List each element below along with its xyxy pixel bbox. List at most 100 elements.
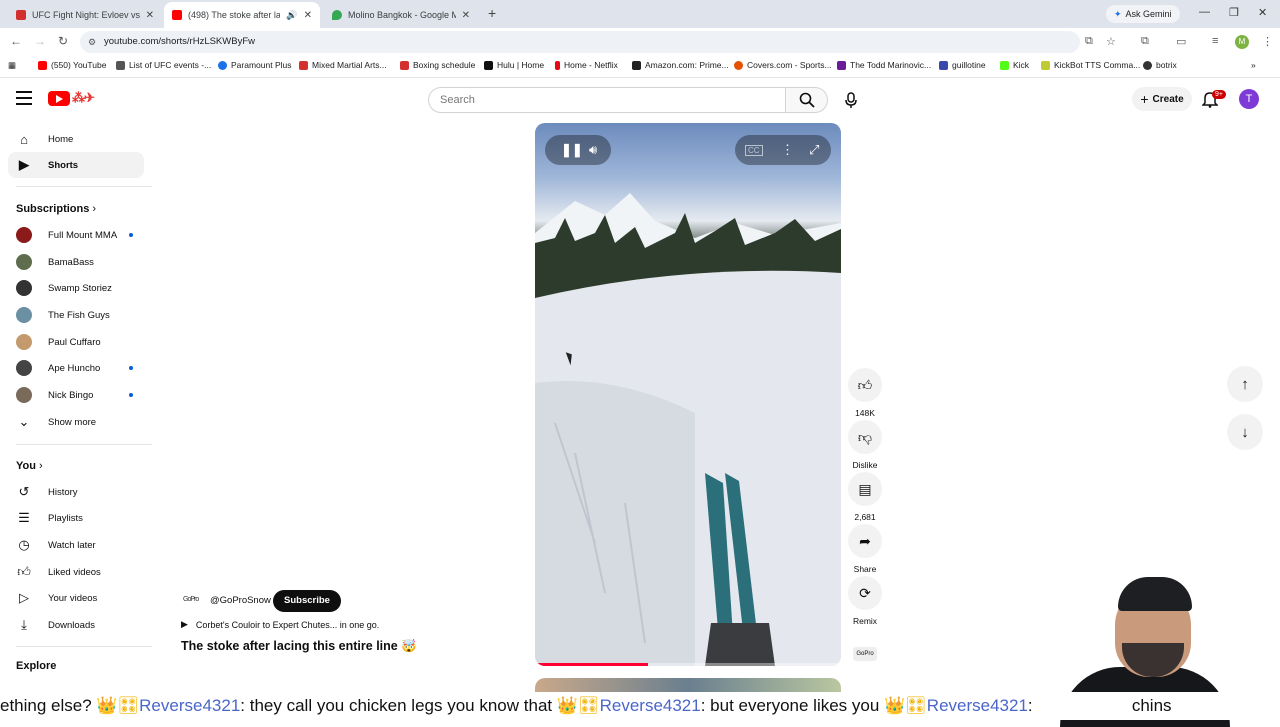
microphone-icon: [845, 92, 857, 108]
show-more-button[interactable]: ⌄ Show more: [8, 409, 144, 435]
sidebar-item-label: Paul Cuffaro: [48, 336, 101, 348]
pause-icon[interactable]: ❚❚: [561, 142, 583, 158]
speaker-icon[interactable]: 🔊: [286, 10, 297, 21]
bookmark-hulu[interactable]: Hulu | Home: [484, 60, 544, 70]
audio-source-thumbnail[interactable]: GoPro: [853, 647, 877, 661]
close-window-icon[interactable]: ✕: [1258, 6, 1267, 19]
sidebar-item-label: Ape Huncho: [48, 362, 101, 374]
bookmark-mma[interactable]: Mixed Martial Arts...: [299, 60, 387, 70]
search-input[interactable]: Search: [428, 87, 786, 113]
ticker-text: : but everyone likes you: [700, 696, 885, 715]
browser-tab-bar: UFC Fight Night: Evloev vs. Mur ✕ (498) …: [0, 0, 1280, 28]
bookmark-label: List of UFC events -...: [129, 60, 212, 70]
bookmark-star-icon[interactable]: ☆: [1106, 35, 1116, 48]
bookmark-todd-marinovic[interactable]: The Todd Marinovic...: [837, 60, 931, 70]
reload-icon[interactable]: ↻: [58, 34, 68, 48]
sidebar-item-paul-cuffaro[interactable]: Paul Cuffaro: [8, 329, 144, 355]
ask-gemini-button[interactable]: ✦ Ask Gemini: [1106, 5, 1180, 23]
new-tab-icon[interactable]: +: [488, 5, 496, 21]
subscribe-button[interactable]: Subscribe: [273, 590, 341, 612]
dislike-button[interactable]: 👎︎ Dislike: [848, 420, 882, 470]
more-bookmarks-icon[interactable]: »: [1251, 60, 1256, 70]
sidebar-item-swamp-storiez[interactable]: Swamp Storiez: [8, 275, 144, 301]
close-icon[interactable]: ✕: [146, 10, 154, 21]
ticker-text: :: [1027, 696, 1038, 715]
back-icon[interactable]: ←: [10, 34, 22, 48]
sidebar-item-your-videos[interactable]: ▷ Your videos: [8, 585, 144, 611]
comment-icon: ▤: [848, 472, 882, 506]
remix-icon: ⟳: [848, 576, 882, 610]
tab-google-maps[interactable]: Molino Bangkok - Google Maps ✕: [324, 2, 478, 28]
channel-logo-icon[interactable]: GoPro: [183, 596, 203, 604]
bookmark-boxing[interactable]: Boxing schedule: [400, 60, 475, 70]
short-video-player[interactable]: ❚❚ 🔊︎ CC ⋮ ⤢: [535, 123, 841, 666]
sidebar-item-bamabass[interactable]: BamaBass: [8, 249, 144, 275]
subscriptions-heading[interactable]: Subscriptions ›: [16, 203, 96, 215]
fullscreen-icon[interactable]: ⤢: [809, 142, 819, 158]
related-video-link[interactable]: ▶ Corbet's Couloir to Expert Chutes... i…: [181, 619, 379, 630]
sidebar-item-full-mount-mma[interactable]: Full Mount MMA: [8, 222, 144, 248]
you-heading[interactable]: You ›: [16, 460, 43, 472]
close-icon[interactable]: ✕: [462, 10, 470, 21]
ticker-text: chins: [1037, 696, 1172, 715]
search-button[interactable]: [786, 87, 828, 113]
channel-handle[interactable]: @GoProSnow: [210, 595, 271, 606]
browser-profile-avatar[interactable]: M: [1235, 35, 1249, 49]
bookmark-covers[interactable]: Covers.com - Sports...: [734, 60, 832, 70]
download-icon: ⤓: [21, 617, 27, 632]
extensions-icon[interactable]: ⧉: [1141, 35, 1149, 48]
url-field[interactable]: ⚙ youtube.com/shorts/rHzLSKWByFw: [80, 31, 1080, 53]
next-short-button[interactable]: ↓: [1227, 414, 1263, 450]
tab-ufc[interactable]: UFC Fight Night: Evloev vs. Mur ✕: [8, 2, 162, 28]
boxing-icon: [400, 60, 409, 70]
forward-icon[interactable]: →: [34, 34, 46, 48]
sidebar-item-history[interactable]: ↺ History: [8, 479, 144, 505]
sidebar-item-the-fish-guys[interactable]: The Fish Guys: [8, 302, 144, 328]
bookmark-botrix[interactable]: botrix: [1143, 60, 1177, 70]
sidebar-item-liked-videos[interactable]: 👍︎ Liked videos: [8, 559, 144, 585]
media-control-icon[interactable]: ≡: [1212, 35, 1218, 47]
comments-button[interactable]: ▤ 2,681: [848, 472, 882, 522]
menu-dots-icon[interactable]: ⋮: [1262, 35, 1273, 48]
bookmark-kickbot[interactable]: KickBot TTS Comma...: [1041, 60, 1140, 70]
like-button[interactable]: 👍︎ 148K: [848, 368, 882, 418]
more-options-icon[interactable]: ⋮: [781, 142, 794, 158]
bookmark-guillotine[interactable]: guillotine: [939, 60, 986, 70]
bookmark-amazon[interactable]: Amazon.com: Prime...: [632, 60, 729, 70]
share-button[interactable]: ➦ Share: [848, 524, 882, 574]
video-progress-bar[interactable]: [535, 663, 841, 666]
sidebar-item-playlists[interactable]: ☰ Playlists: [8, 505, 144, 531]
volume-icon[interactable]: 🔊︎: [589, 142, 597, 158]
install-app-icon[interactable]: ⧉: [1085, 35, 1093, 48]
webcam-cap: [1118, 577, 1192, 611]
play-icon: ▶: [181, 619, 188, 629]
site-info-icon[interactable]: ⚙: [88, 31, 96, 53]
voice-search-button[interactable]: [838, 87, 864, 113]
previous-short-button[interactable]: ↑: [1227, 366, 1263, 402]
bookmark-netflix[interactable]: Home - Netflix: [555, 60, 618, 70]
hamburger-menu-icon[interactable]: [16, 91, 32, 109]
captions-icon[interactable]: CC: [745, 145, 763, 156]
tab-youtube-short[interactable]: (498) The stoke after lacing 🔊 ✕: [164, 2, 320, 28]
bookmark-youtube[interactable]: (550) YouTube: [38, 60, 106, 70]
bookmark-paramount[interactable]: Paramount Plus: [218, 60, 291, 70]
cast-icon[interactable]: ▭: [1176, 35, 1186, 48]
bookmark-label: Paramount Plus: [231, 60, 292, 70]
close-icon[interactable]: ✕: [304, 10, 312, 21]
bookmark-kick[interactable]: Kick: [1000, 60, 1029, 70]
bookmark-ufc-events[interactable]: List of UFC events -...: [116, 60, 211, 70]
sidebar-item-nick-bingo[interactable]: Nick Bingo: [8, 382, 144, 408]
sidebar-item-shorts[interactable]: ▶ Shorts: [8, 152, 144, 178]
remix-button[interactable]: ⟳ Remix: [848, 576, 882, 626]
apps-icon[interactable]: ▦: [8, 60, 16, 71]
youtube-logo[interactable]: [48, 91, 70, 106]
minimize-icon[interactable]: —: [1199, 6, 1210, 18]
user-avatar[interactable]: T: [1239, 89, 1259, 109]
create-button[interactable]: + Create: [1132, 87, 1192, 111]
sidebar-item-downloads[interactable]: ⤓ Downloads: [8, 612, 144, 638]
sidebar-item-watch-later[interactable]: ◷ Watch later: [8, 532, 144, 558]
short-title: The stoke after lacing this entire line …: [181, 639, 417, 653]
sidebar-item-ape-huncho[interactable]: Ape Huncho: [8, 355, 144, 381]
maximize-icon[interactable]: ❐: [1229, 6, 1239, 19]
sidebar-item-home[interactable]: ⌂ Home: [8, 126, 144, 152]
